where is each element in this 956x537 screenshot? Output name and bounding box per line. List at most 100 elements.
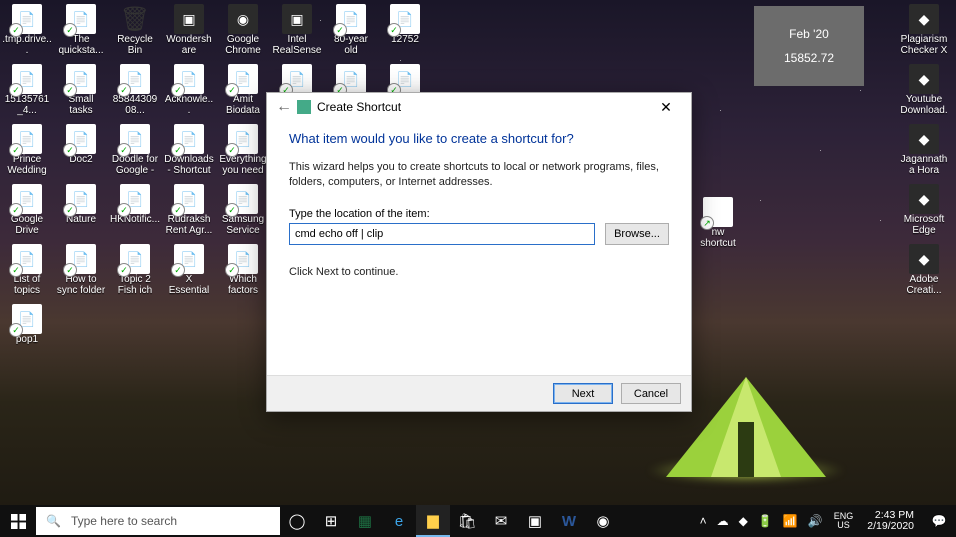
tray-app-icon[interactable]: ◆ — [734, 505, 753, 537]
file-icon: 📄✓ — [66, 64, 96, 94]
desktop-icon[interactable]: 📄✓Downloads - Shortcut — [164, 122, 214, 180]
wifi-icon[interactable]: 📶 — [778, 505, 803, 537]
onedrive-icon[interactable]: ☁ — [712, 505, 734, 537]
desktop-icon[interactable]: 📄✓Prince Wedding — [2, 122, 52, 180]
icon-label: Jagannatha Hora — [899, 154, 949, 176]
microsoft-store-icon[interactable]: 🛍 — [450, 505, 484, 537]
desktop-icon[interactable]: 📄✓HKNotific... — [110, 182, 160, 240]
battery-icon[interactable]: 🔋 — [753, 505, 778, 537]
icon-label: Downloads - Shortcut — [164, 154, 214, 176]
desktop-icon[interactable]: ◆Jagannatha Hora — [896, 122, 952, 180]
file-icon: 📄✓ — [120, 184, 150, 214]
file-icon: 📄✓ — [174, 244, 204, 274]
desktop-icon[interactable]: 📄✓Nature — [56, 182, 106, 240]
desktop-icon[interactable]: ▣Intel RealSense... — [272, 2, 322, 60]
icon-label: Acknowle... — [164, 94, 214, 116]
icon-label: HKNotific... — [110, 214, 160, 225]
language-indicator[interactable]: ENG US — [828, 505, 860, 537]
cortana-icon[interactable]: ◯ — [280, 505, 314, 537]
desktop-icon[interactable]: 📄✓The quicksta... — [56, 2, 106, 60]
desktop-icon[interactable]: ◆Microsoft Edge — [896, 182, 952, 240]
clock-date: 2/19/2020 — [867, 521, 914, 532]
close-button[interactable]: ✕ — [647, 93, 685, 121]
desktop-icon[interactable]: 📄✓Doodle for Google - E... — [110, 122, 160, 180]
cancel-button[interactable]: Cancel — [621, 383, 681, 404]
file-icon: 📄✓ — [66, 184, 96, 214]
file-icon: 📄✓ — [12, 184, 42, 214]
desktop-icon[interactable]: 📄✓Topic 2 Fish ich — [110, 242, 160, 300]
desktop-sticky-widget[interactable]: Feb '20 15852.72 — [754, 6, 864, 86]
desktop-icon[interactable]: 📄✓Acknowle... — [164, 62, 214, 120]
icon-label: Microsoft Edge — [899, 214, 949, 236]
desktop-icon[interactable]: 📄✓12752 — [380, 2, 430, 60]
create-shortcut-dialog: ← Create Shortcut ✕ What item would you … — [266, 92, 692, 412]
action-center-icon[interactable]: 💬 — [922, 505, 956, 537]
desktop-icon[interactable]: 📄✓80-year old arrested — [326, 2, 376, 60]
desktop-icon[interactable]: ◆Youtube Download... — [896, 62, 952, 120]
desktop-icon[interactable]: 📄✓How to sync folder with... — [56, 242, 106, 300]
taskbar-search[interactable]: 🔍 Type here to search — [36, 507, 280, 535]
icon-label: Plagiarism Checker X — [899, 34, 949, 56]
desktop-icon[interactable]: 📄✓8584430908... — [110, 62, 160, 120]
desktop-icon[interactable]: 📄✓Which factors ma... — [218, 242, 268, 300]
desktop-icon[interactable]: 📄✓List of topics — [2, 242, 52, 300]
chrome-icon[interactable]: ◉ — [586, 505, 620, 537]
desktop-icon[interactable]: 📄✓X Essential Video Strea... — [164, 242, 214, 300]
icon-label: List of topics — [2, 274, 52, 296]
desktop-icon[interactable]: 📄✓.tmp.drive... — [2, 2, 52, 60]
icon-label: Recycle Bin — [110, 34, 160, 56]
tray-overflow-icon[interactable]: ˄ — [695, 505, 712, 537]
desktop-icon[interactable]: 📄✓Amit Biodata — [218, 62, 268, 120]
file-icon: 📄✓ — [228, 64, 258, 94]
file-icon: 📄✓ — [174, 64, 204, 94]
icon-label: .tmp.drive... — [2, 34, 52, 56]
browse-button[interactable]: Browse... — [605, 223, 669, 245]
volume-icon[interactable]: 🔊 — [803, 505, 828, 537]
icon-label: Topic 2 Fish ich — [110, 274, 160, 296]
desktop-icon[interactable]: 📄✓pop1 — [2, 302, 52, 360]
desktop-icon[interactable]: 📄✓15135761_4... — [2, 62, 52, 120]
icon-label: Samsung Service — [218, 214, 268, 236]
location-input[interactable] — [289, 223, 595, 245]
icon-label: Google Chrome — [218, 34, 268, 56]
file-icon: 📄✓ — [12, 124, 42, 154]
next-button[interactable]: Next — [553, 383, 613, 404]
word-icon[interactable]: W — [552, 505, 586, 537]
icon-label: pop1 — [2, 334, 52, 345]
file-icon: ▣ — [282, 4, 312, 34]
app-icon: ◆ — [909, 244, 939, 274]
file-icon: 📄✓ — [12, 244, 42, 274]
mail-icon[interactable]: ✉ — [484, 505, 518, 537]
desktop-icon[interactable]: ◉Google Chrome — [218, 2, 268, 60]
desktop-icon[interactable]: 📄✓Google Drive — [2, 182, 52, 240]
lang-bot: US — [837, 521, 850, 530]
desktop-icon[interactable]: ▣Wondershare Filmora — [164, 2, 214, 60]
file-icon: 📄✓ — [174, 124, 204, 154]
icon-label: Rudraksh Rent Agr... — [164, 214, 214, 236]
desktop-icon[interactable]: 📄✓Doc2 — [56, 122, 106, 180]
file-icon: 📄✓ — [12, 304, 42, 334]
file-explorer-icon[interactable]: ▆ — [416, 505, 450, 537]
desktop-icon[interactable]: 🗑Recycle Bin — [110, 2, 160, 60]
shortcut-wizard-icon — [297, 100, 311, 114]
desktop-icon[interactable]: 📄✓Everything you need t... — [218, 122, 268, 180]
movies-icon[interactable]: ▣ — [518, 505, 552, 537]
edge-icon[interactable]: e — [382, 505, 416, 537]
dialog-help-text: This wizard helps you to create shortcut… — [289, 160, 669, 190]
icon-label: Doc2 — [56, 154, 106, 165]
task-view-icon[interactable]: ⊞ — [314, 505, 348, 537]
desktop-icon[interactable]: ◆Plagiarism Checker X — [896, 2, 952, 60]
desktop-icon[interactable]: 📄✓Samsung Service — [218, 182, 268, 240]
taskbar-clock[interactable]: 2:43 PM 2/19/2020 — [859, 505, 922, 537]
file-icon: 📄✓ — [228, 124, 258, 154]
file-icon: 📄✓ — [228, 244, 258, 274]
start-button[interactable] — [0, 505, 36, 537]
excel-icon[interactable]: ▦ — [348, 505, 382, 537]
dialog-continue-text: Click Next to continue. — [289, 265, 669, 280]
icon-label: Adobe Creati... — [899, 274, 949, 296]
desktop-icon[interactable]: ◆Adobe Creati... — [896, 242, 952, 300]
desktop-icon[interactable]: 📄✓Rudraksh Rent Agr... — [164, 182, 214, 240]
icon-label: Prince Wedding — [2, 154, 52, 176]
desktop-icon[interactable]: 📄✓Small tasks — [56, 62, 106, 120]
desktop-icon[interactable]: ↗ nw shortcut — [693, 195, 743, 253]
